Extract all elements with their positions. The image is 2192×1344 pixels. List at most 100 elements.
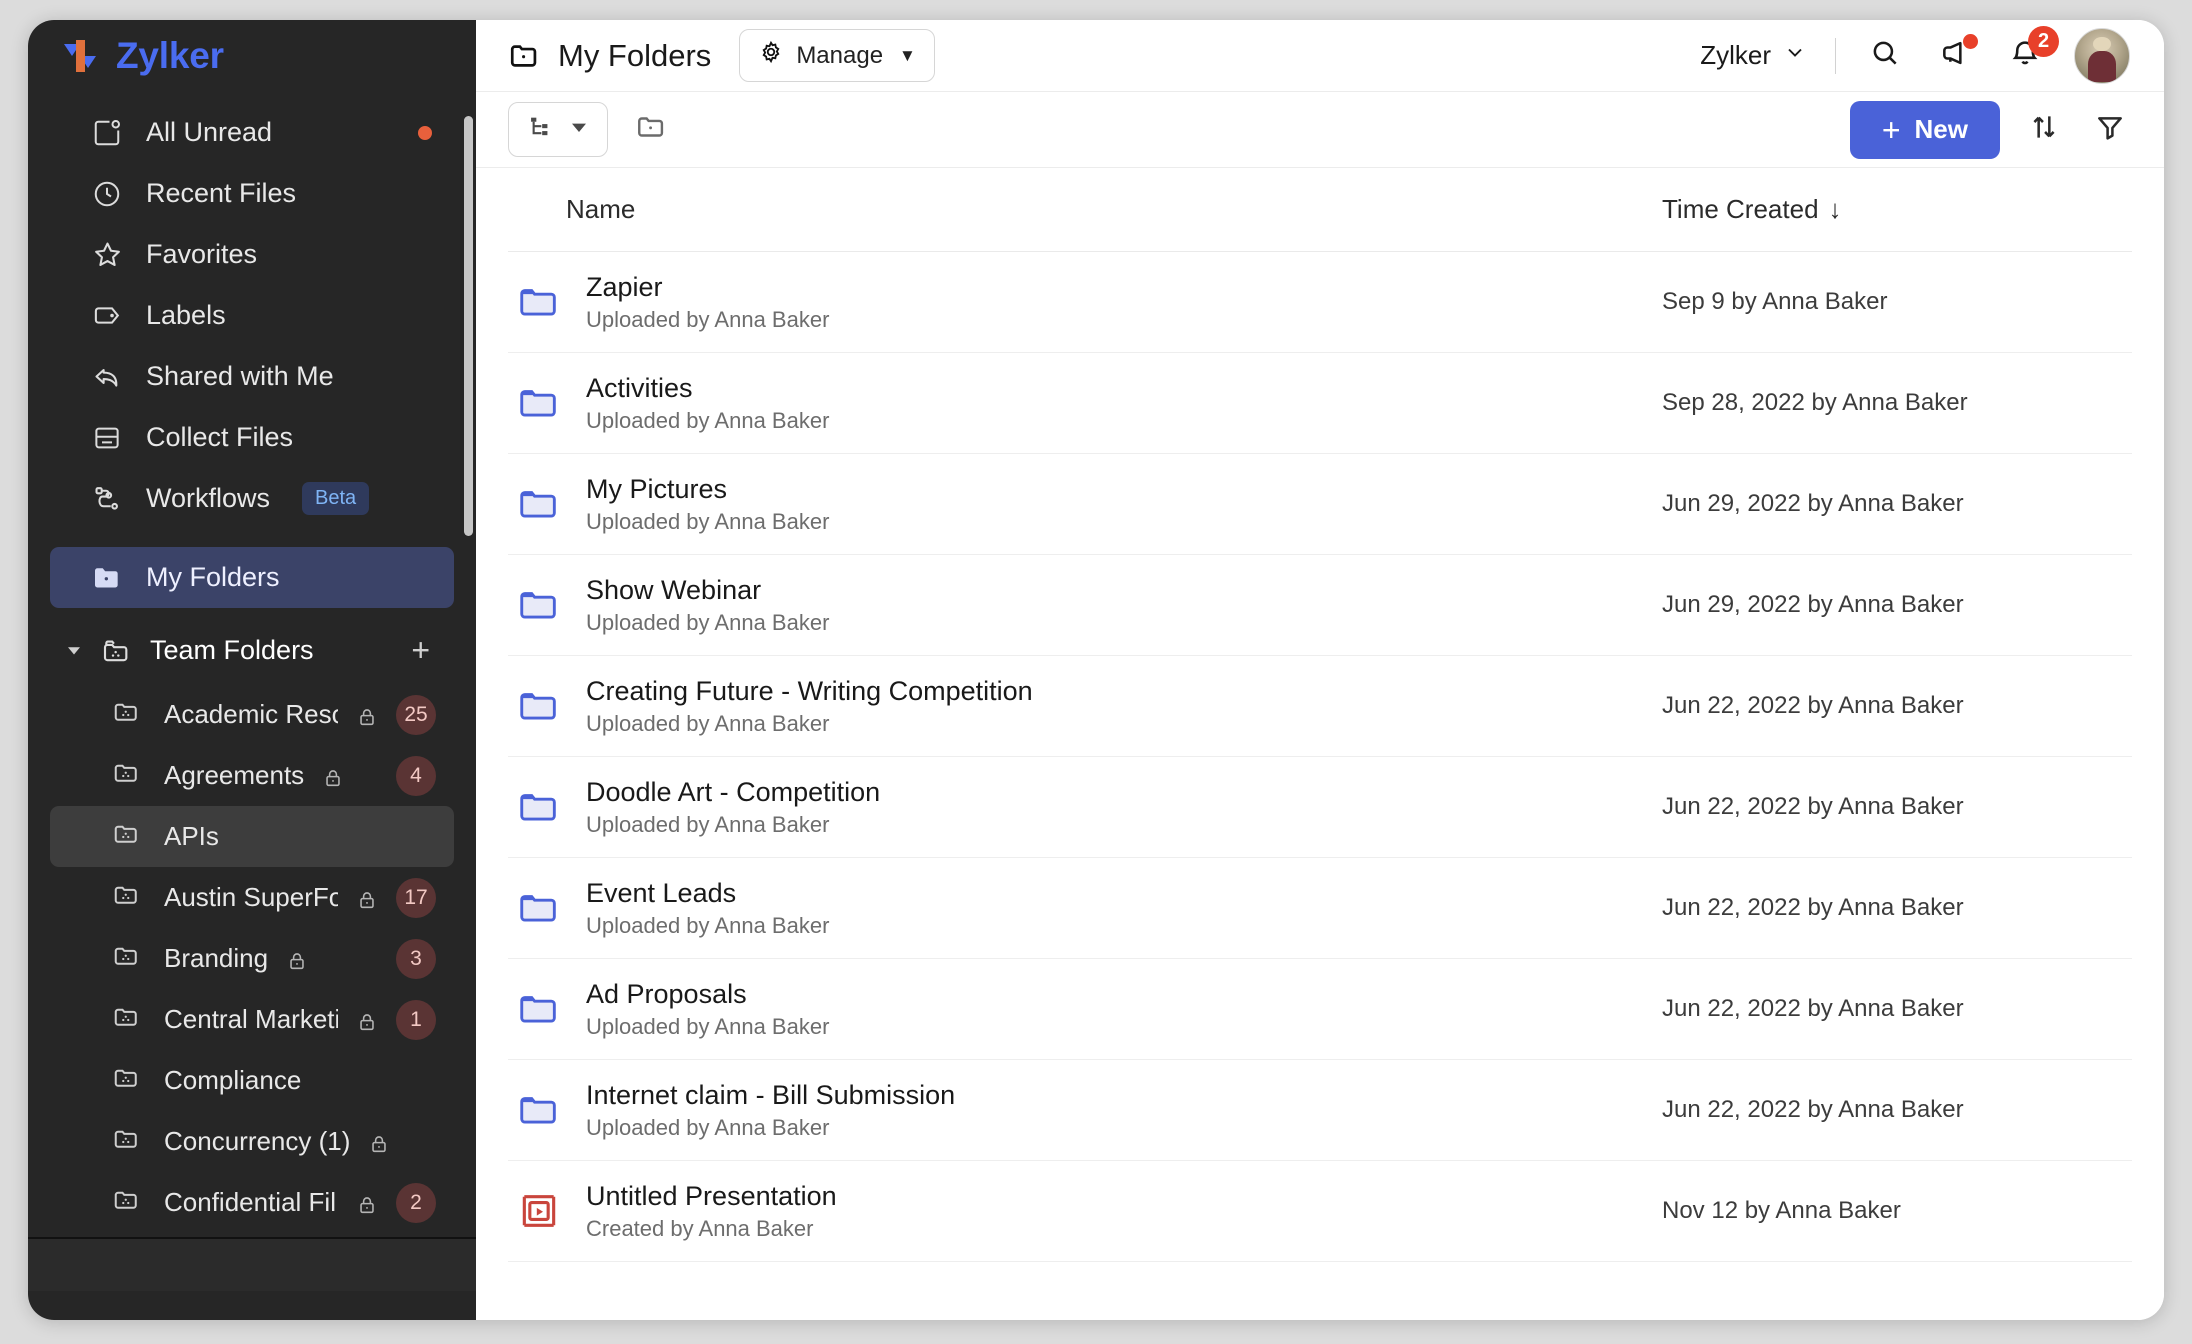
sidebar-item-label: Shared with Me — [146, 361, 334, 391]
sort-icon — [2028, 111, 2060, 148]
folder-icon — [516, 481, 562, 527]
row-subtitle: Uploaded by Anna Baker — [586, 508, 830, 534]
toolbar: + New — [476, 92, 2164, 168]
table-row[interactable]: Event Leads Uploaded by Anna Baker Jun 2… — [508, 858, 2132, 959]
divider — [1835, 37, 1836, 74]
sidebar-team-folder-item[interactable]: Confidential Fil... 2 — [50, 1172, 454, 1233]
sidebar: Zylker All Unread Recent Files Favorites… — [28, 20, 476, 1320]
team-folder-label: Branding — [164, 943, 269, 973]
team-folder-label: APIs — [164, 821, 219, 851]
table-row[interactable]: Creating Future - Writing Competition Up… — [508, 656, 2132, 757]
unread-document-icon — [90, 116, 124, 150]
table-row[interactable]: Zapier Uploaded by Anna Baker Sep 9 by A… — [508, 252, 2132, 353]
sidebar-scroll-area: All Unread Recent Files Favorites Labels… — [28, 92, 476, 1320]
new-button-label: New — [1914, 114, 1968, 144]
table-row[interactable]: Untitled Presentation Created by Anna Ba… — [508, 1161, 2132, 1262]
sidebar-team-folder-item[interactable]: Central Marketi... 1 — [50, 989, 454, 1050]
page-title: My Folders — [558, 37, 712, 73]
sidebar-item-recent-files[interactable]: Recent Files — [50, 163, 454, 224]
column-header-time-created[interactable]: Time Created ↓ — [1662, 194, 2132, 225]
folder-icon — [516, 885, 562, 931]
view-mode-button[interactable] — [508, 102, 608, 157]
team-folder-label: Academic Reso... — [164, 699, 338, 729]
row-time-created: Jun 22, 2022 by Anna Baker — [1662, 1096, 1964, 1123]
row-name-cell: Creating Future - Writing Competition Up… — [508, 676, 1662, 737]
folder-count-badge: 1 — [396, 999, 436, 1040]
folder-count-badge: 2 — [396, 1182, 436, 1223]
folder-icon — [516, 784, 562, 830]
sidebar-item-label: All Unread — [146, 117, 273, 147]
manage-button[interactable]: Manage ▼ — [739, 29, 935, 82]
chevron-down-icon: ▼ — [899, 45, 916, 65]
row-name-cell: Ad Proposals Uploaded by Anna Baker — [508, 979, 1662, 1040]
folder-icon — [516, 279, 562, 325]
gear-icon — [758, 39, 784, 72]
unread-indicator-dot — [418, 125, 432, 140]
sidebar-team-folder-item[interactable]: Branding 3 — [50, 928, 454, 989]
breadcrumb-root-button[interactable] — [630, 108, 674, 152]
column-header-time-label: Time Created — [1662, 194, 1819, 224]
row-text-block: Untitled Presentation Created by Anna Ba… — [586, 1181, 837, 1242]
row-subtitle: Uploaded by Anna Baker — [586, 609, 830, 635]
sidebar-item-all-unread[interactable]: All Unread — [50, 102, 454, 163]
plus-icon: + — [1881, 111, 1901, 148]
avatar[interactable] — [2074, 27, 2130, 84]
sidebar-team-folder-item[interactable]: Agreements 4 — [50, 745, 454, 806]
row-time-created: Jun 22, 2022 by Anna Baker — [1662, 995, 1964, 1022]
team-folder-label: Austin SuperFo... — [164, 882, 338, 912]
add-team-folder-button[interactable]: + — [411, 634, 430, 666]
table-row[interactable]: Activities Uploaded by Anna Baker Sep 28… — [508, 353, 2132, 454]
chevron-down-icon[interactable] — [64, 640, 84, 660]
table-row[interactable]: Internet claim - Bill Submission Uploade… — [508, 1060, 2132, 1161]
table-row[interactable]: Show Webinar Uploaded by Anna Baker Jun … — [508, 555, 2132, 656]
row-title: Zapier — [586, 271, 663, 302]
team-folder-icon — [112, 1062, 146, 1099]
table-row[interactable]: Ad Proposals Uploaded by Anna Baker Jun … — [508, 959, 2132, 1060]
search-button[interactable] — [1864, 35, 1906, 77]
table-row[interactable]: Doodle Art - Competition Uploaded by Ann… — [508, 757, 2132, 858]
row-time-created: Sep 28, 2022 by Anna Baker — [1662, 389, 1968, 416]
sidebar-item-collect-files[interactable]: Collect Files — [50, 407, 454, 468]
filter-button[interactable] — [2088, 108, 2132, 152]
folder-icon — [90, 561, 124, 595]
row-time-created: Jun 29, 2022 by Anna Baker — [1662, 591, 1964, 618]
sidebar-item-my-folders[interactable]: My Folders — [50, 547, 454, 608]
sidebar-scrollbar[interactable] — [464, 116, 473, 536]
new-button[interactable]: + New — [1849, 100, 2000, 159]
team-folder-icon — [112, 940, 146, 977]
sidebar-team-folder-item[interactable]: Compliance — [50, 1050, 454, 1111]
announcements-button[interactable] — [1934, 33, 1978, 77]
org-name: Zylker — [1700, 40, 1771, 70]
row-text-block: Internet claim - Bill Submission Uploade… — [586, 1080, 955, 1141]
org-switcher[interactable]: Zylker — [1700, 40, 1807, 71]
sort-button[interactable] — [2022, 108, 2066, 152]
team-folder-icon — [112, 757, 146, 794]
brand-logo[interactable]: Zylker — [28, 20, 476, 92]
column-header-name[interactable]: Name — [508, 194, 1662, 225]
sidebar-team-folder-item[interactable]: APIs — [50, 806, 454, 867]
row-title: Show Webinar — [586, 574, 762, 605]
row-name-cell: Zapier Uploaded by Anna Baker — [508, 272, 1662, 333]
sidebar-item-workflows[interactable]: Workflows Beta — [50, 468, 454, 529]
sidebar-item-labels[interactable]: Labels — [50, 285, 454, 346]
table-header: Name Time Created ↓ — [508, 168, 2132, 252]
sidebar-item-shared-with-me[interactable]: Shared with Me — [50, 346, 454, 407]
notification-count-badge: 2 — [2028, 25, 2059, 57]
row-text-block: Creating Future - Writing Competition Up… — [586, 676, 1033, 737]
sidebar-team-folder-item[interactable]: Austin SuperFo... 17 — [50, 867, 454, 928]
sidebar-team-folder-item[interactable]: Academic Reso... 25 — [50, 684, 454, 745]
sidebar-group-team-folders[interactable]: Team Folders + — [50, 618, 454, 682]
zylker-logo-icon — [58, 34, 102, 78]
sidebar-team-folder-item[interactable]: Concurrency (1) — [50, 1111, 454, 1172]
row-time-created: Jun 29, 2022 by Anna Baker — [1662, 490, 1964, 517]
row-name-cell: Doodle Art - Competition Uploaded by Ann… — [508, 777, 1662, 838]
clock-icon — [90, 177, 124, 211]
sidebar-item-favorites[interactable]: Favorites — [50, 224, 454, 285]
beta-badge: Beta — [302, 482, 370, 515]
folder-count-badge: 17 — [396, 877, 436, 918]
lock-icon — [356, 1192, 378, 1214]
row-subtitle: Created by Anna Baker — [586, 1215, 814, 1241]
row-name-cell: Untitled Presentation Created by Anna Ba… — [508, 1181, 1662, 1242]
table-row[interactable]: My Pictures Uploaded by Anna Baker Jun 2… — [508, 454, 2132, 555]
notifications-button[interactable]: 2 — [2004, 25, 2059, 77]
